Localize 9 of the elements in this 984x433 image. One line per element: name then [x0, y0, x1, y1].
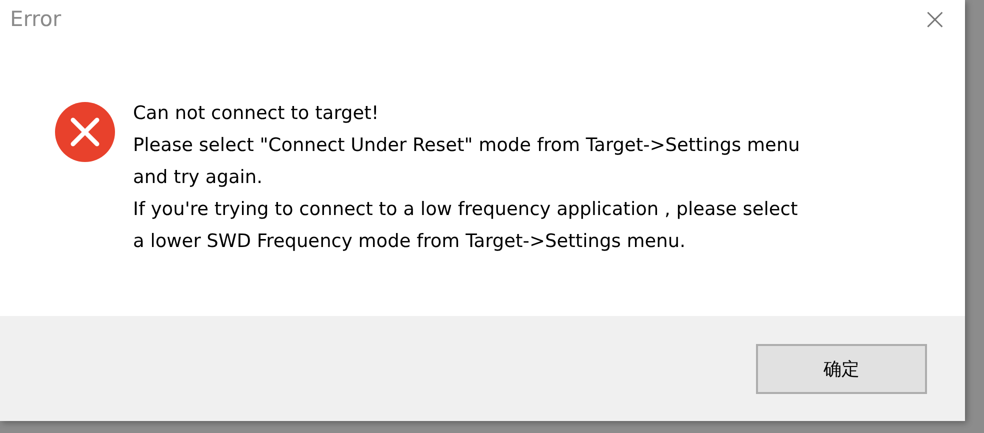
message-line: Can not connect to target!: [133, 102, 380, 126]
close-button[interactable]: ×: [905, 0, 965, 40]
message-line: and try again.: [133, 166, 264, 190]
error-icon: [55, 102, 115, 162]
message-line: a lower SWD Frequency mode from Target->Settings menu.: [133, 230, 686, 254]
ok-button[interactable]: 确定: [756, 344, 927, 394]
message-line: If you're trying to connect to a low frequency application , please select: [133, 198, 799, 222]
window-title: Error: [10, 6, 62, 34]
message-line: Please select "Connect Under Reset" mode from Target->Settings menu: [133, 134, 800, 158]
